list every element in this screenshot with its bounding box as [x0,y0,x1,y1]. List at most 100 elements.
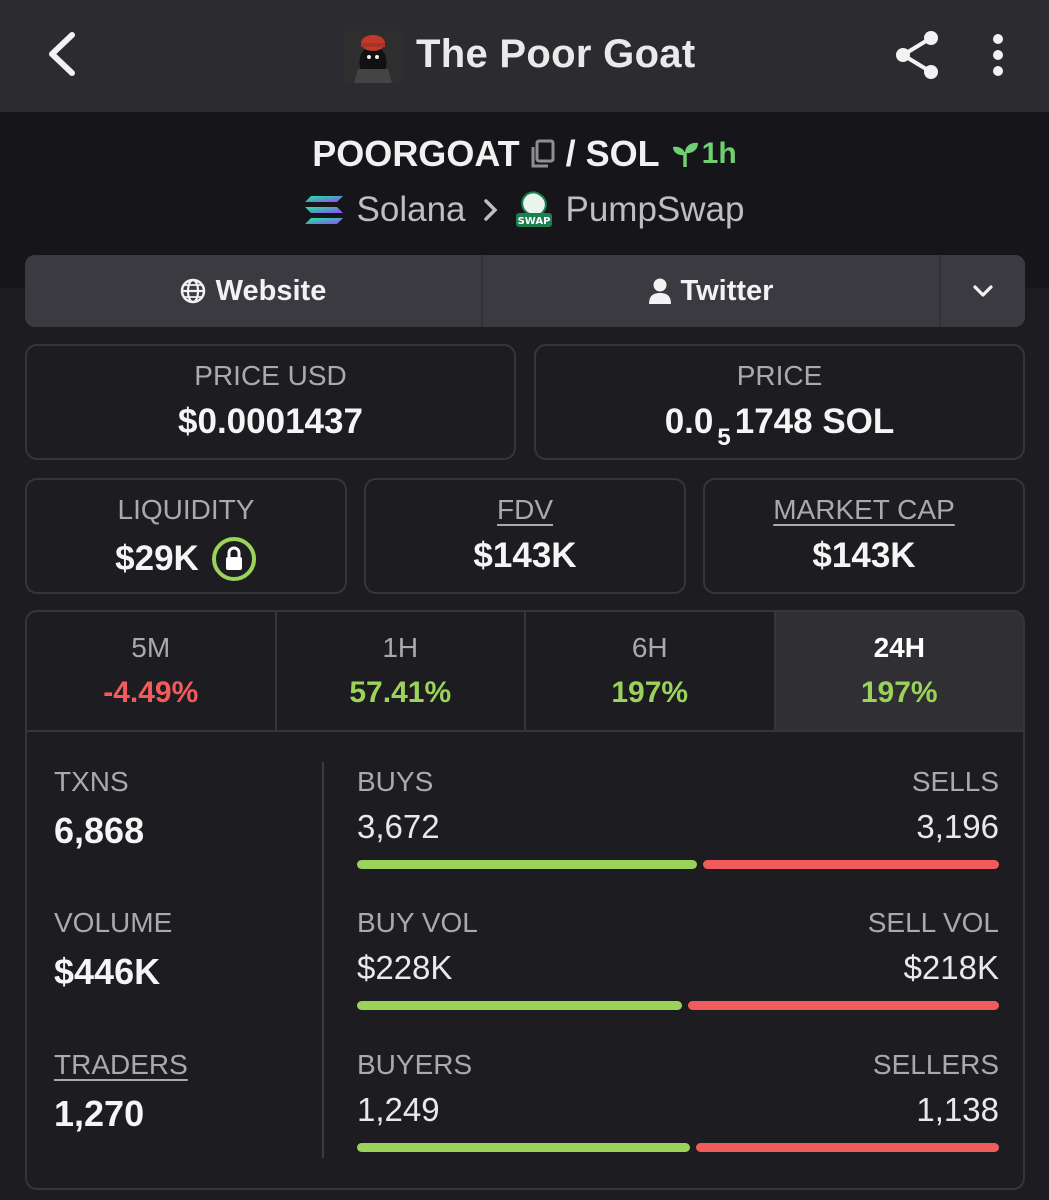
pair-age: 1h [670,137,737,171]
back-button[interactable] [38,30,86,78]
sell-vol-label: SELL VOL [867,907,999,938]
stats-panel: TXNS 6,868 VOLUME $446K TRADERS 1,270 BU… [25,730,1025,1190]
liquidity-value: $29K [115,539,199,578]
traders-value: 1,270 [54,1093,145,1134]
dex-name[interactable]: PumpSwap [566,190,745,230]
sell-bar-segment [696,1143,999,1152]
pumpswap-icon: SWAP [515,191,552,227]
market-cap-value: $143K [812,536,916,575]
price-native-rest: 1748 SOL [734,402,895,441]
twitter-label: Twitter [680,274,774,307]
token-avatar [344,25,402,83]
market-cap-card: MARKET CAP $143K [703,478,1025,594]
copy-icon[interactable] [530,139,556,169]
sellers-label: SELLERS [872,1049,999,1080]
buy-vol-value: $228K [357,949,453,986]
sell-bar-segment [703,860,999,869]
twitter-button[interactable]: Twitter [483,255,939,327]
pair-title: POORGOAT / SOL 1h [0,133,1049,175]
tab-5m[interactable]: 5M -4.49% [27,612,277,730]
sells-value: 3,196 [916,808,999,845]
price-native-prefix: 0.0 [664,402,714,441]
pair-age-text: 1h [701,137,737,170]
buys-sells-bar [357,860,999,869]
buy-bar-segment [357,1143,690,1152]
buy-bar-segment [357,860,697,869]
chain-breadcrumb: Solana SWAP PumpSwap [0,190,1049,230]
top-bar: The Poor Goat [0,0,1049,112]
traders-label[interactable]: TRADERS [54,1049,188,1081]
tab-change: -4.49% [103,676,199,709]
liquidity-card: LIQUIDITY $29K [25,478,347,594]
tab-24h[interactable]: 24H 197% [775,612,1023,730]
tab-label: 6H [631,632,668,663]
sell-vol-value: $218K [903,949,999,986]
tab-1h[interactable]: 1H 57.41% [276,612,526,730]
chevron-down-icon [973,285,993,297]
base-token: POORGOAT [312,133,520,174]
price-native-zero-count: 5 [717,424,731,451]
tab-change: 197% [860,676,938,709]
txns-value: 6,868 [54,810,145,851]
pair-separator: / [565,133,576,174]
fdv-label[interactable]: FDV [366,494,684,526]
timeframe-tabs: 5M -4.49% 1H 57.41% 6H 197% 24H 197% [25,610,1025,730]
chain-name[interactable]: Solana [357,190,466,230]
more-options-button[interactable] [978,28,1018,82]
tab-label: 1H [382,632,419,663]
more-links-button[interactable] [941,255,1025,327]
sell-bar-segment [688,1001,999,1010]
stats-divider [322,762,324,1158]
website-label: Website [215,274,327,307]
share-icon [896,31,938,79]
txns-label: TXNS [54,766,129,797]
buyers-sellers-stat: BUYERS 1,249 SELLERS 1,138 [357,1049,999,1152]
buyers-label: BUYERS [357,1049,473,1080]
tab-change: 197% [611,676,689,709]
txns-stat: TXNS 6,868 [54,766,144,852]
price-usd-value: $0.0001437 [178,402,363,441]
user-icon [648,278,671,304]
fdv-card: FDV $143K [364,478,686,594]
buyers-value: 1,249 [357,1091,440,1128]
fdv-value: $143K [473,536,577,575]
liquidity-label: LIQUIDITY [117,494,255,525]
tab-label: 24H [873,632,925,663]
chevron-left-icon [49,32,75,76]
solana-icon [304,196,343,224]
price-usd-card: PRICE USD $0.0001437 [25,344,516,460]
volume-label: VOLUME [54,907,173,938]
page-title: The Poor Goat [416,31,696,76]
sellers-value: 1,138 [916,1091,999,1128]
lock-icon[interactable] [211,536,257,582]
sells-label: SELLS [911,766,999,797]
price-native-card: PRICE 0.0 5 1748 SOL [534,344,1025,460]
market-cap-label[interactable]: MARKET CAP [705,494,1023,526]
links-bar: Website Twitter [25,255,1025,327]
quote-token: SOL [585,133,660,174]
sprout-icon [672,142,698,167]
buy-bar-segment [357,1001,682,1010]
share-button[interactable] [890,28,944,82]
globe-icon [180,278,205,304]
price-usd-label: PRICE USD [194,360,347,391]
traders-stat: TRADERS 1,270 [54,1049,188,1135]
dex-badge-text: SWAP [517,216,550,227]
buys-value: 3,672 [357,808,440,845]
buy-sell-volume-stat: BUY VOL $228K SELL VOL $218K [357,907,999,1010]
website-button[interactable]: Website [25,255,481,327]
price-native-label: PRICE [736,360,823,391]
tab-label: 5M [131,632,171,663]
tab-6h[interactable]: 6H 197% [526,612,776,730]
liquidity-value-row: $29K [27,536,345,582]
volume-value: $446K [54,951,161,992]
chevron-right-icon [483,199,497,221]
traders-bar [357,1143,999,1152]
volume-stat: VOLUME $446K [54,907,172,993]
volume-bar [357,1001,999,1010]
buys-sells-stat: BUYS 3,672 SELLS 3,196 [357,766,999,869]
price-native-value: 0.0 5 1748 SOL [536,402,1023,451]
buys-label: BUYS [357,766,434,797]
tab-change: 57.41% [349,676,452,709]
kebab-menu-icon [993,34,1003,76]
